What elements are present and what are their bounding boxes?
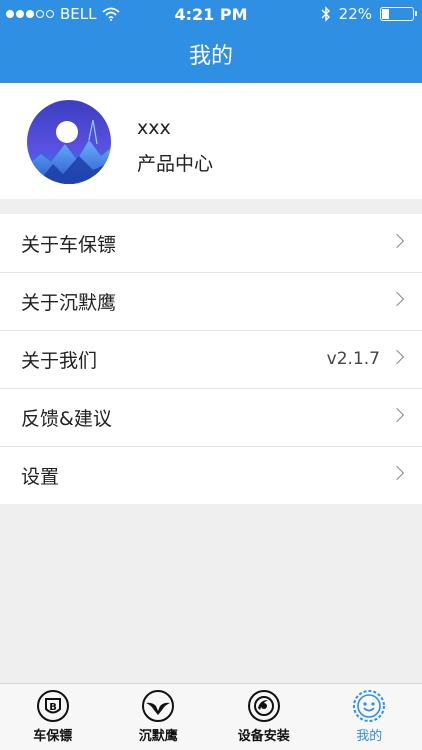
menu-item-label: 设置 [21,465,60,488]
bluetooth-icon [321,6,330,22]
battery-fill [382,9,390,19]
menu-item-label: 反馈&建议 [21,407,112,430]
menu-item-label: 关于车保镖 [21,233,117,256]
battery-percent: 22% [338,5,372,23]
profile-card[interactable]: xxx 产品中心 [0,83,422,199]
status-bar: BELL 4:21 PM 22% [0,0,422,28]
tab-label: 沉默鹰 [138,729,178,744]
chevron-right-icon [389,291,405,307]
menu-item-about-us[interactable]: 关于我们 v2.1.7 [0,330,422,388]
menu-item-label: 关于我们 [21,349,98,372]
chevron-right-icon [389,465,405,481]
eagle-icon [142,690,175,722]
menu-item-about-chenmoying[interactable]: 关于沉默鹰 [0,272,422,330]
tab-label: 设备安装 [237,729,290,744]
chevron-right-icon [389,233,405,249]
moon-mountain-avatar-icon [27,100,111,184]
avatar[interactable] [27,100,111,184]
tab-label: 我的 [356,729,383,744]
menu-item-settings[interactable]: 设置 [0,446,422,504]
menu-item-label: 关于沉默鹰 [21,291,117,314]
tab-device-install[interactable]: 设备安装 [211,684,317,750]
status-right: 22% [321,5,417,23]
tab-mine[interactable]: 我的 [317,684,422,750]
version-label: v2.1.7 [326,349,380,369]
settings-menu: 关于车保镖 关于沉默鹰 关于我们 v2.1.7 反馈&建议 设置 [0,214,422,504]
camera-lens-icon [247,690,280,722]
profile-name: xxx [137,117,171,139]
menu-item-about-chebaobiao[interactable]: 关于车保镖 [0,214,422,272]
profile-subtitle: 产品中心 [137,153,214,175]
page-title: 我的 [188,44,233,69]
svg-text:B: B [49,702,57,713]
smiley-face-icon [353,690,386,722]
chevron-right-icon [389,349,405,365]
tab-chenmoying[interactable]: 沉默鹰 [106,684,212,750]
battery-icon [380,7,417,21]
tab-bar: B 车保镖 沉默鹰 设备安装 我的 [0,683,422,750]
shield-b-icon: B [36,690,69,722]
tab-label: 车保镖 [33,729,73,744]
tab-chebaobiao[interactable]: B 车保镖 [0,684,106,750]
chevron-right-icon [389,407,405,423]
menu-item-feedback[interactable]: 反馈&建议 [0,388,422,446]
